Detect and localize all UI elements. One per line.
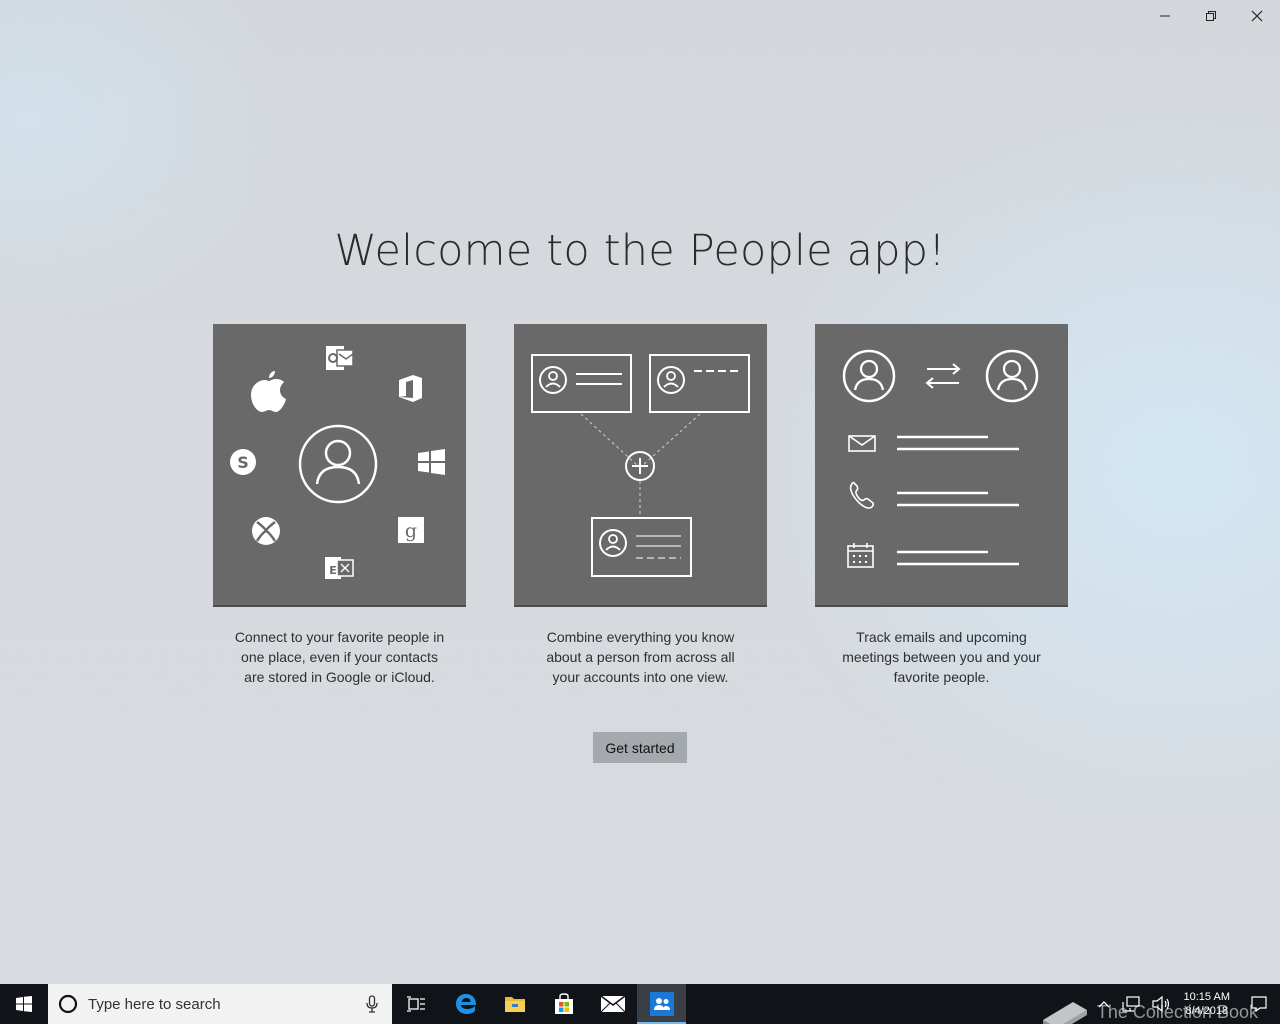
person-icon [298,424,378,504]
svg-text:E: E [329,564,337,577]
speaker-icon [1151,996,1169,1012]
clock-time: 10:15 AM [1183,991,1230,1003]
restore-icon [1206,11,1216,21]
mail-button[interactable] [588,984,637,1024]
combine-illustration [514,324,767,607]
restore-button[interactable] [1188,0,1234,32]
start-button[interactable] [0,984,48,1024]
close-button[interactable] [1234,0,1280,32]
microphone-icon[interactable] [366,995,378,1013]
windows-icon [418,449,445,475]
people-app-window: Welcome to the People app! S g E Connect… [0,0,1280,984]
contact-card-icon [531,354,632,413]
notification-icon [1251,996,1267,1012]
track-desc-line: Track emails and upcoming [856,629,1027,645]
windows-logo-icon [16,996,32,1012]
xbox-icon [252,517,280,545]
combine-desc-line: Combine everything you know [546,629,735,645]
taskbar-clock[interactable]: 10:15 AM 8/4/2018 [1176,990,1238,1018]
task-view-icon [406,996,425,1012]
store-button[interactable] [539,984,588,1024]
minimize-button[interactable] [1142,0,1188,32]
search-placeholder: Type here to search [88,995,221,1013]
taskbar-search-box[interactable]: Type here to search [48,984,392,1024]
track-description: Track emails and upcoming meetings betwe… [815,627,1068,687]
connect-desc-line: are stored in Google or iCloud. [244,669,435,685]
swap-arrows-icon [925,363,961,389]
mail-icon [848,435,876,452]
show-hidden-icons[interactable] [1092,984,1116,1024]
get-started-button[interactable]: Get started [593,732,687,763]
people-icon [649,992,674,1016]
combine-description: Combine everything you know about a pers… [514,627,767,687]
track-desc-line: favorite people. [893,669,990,685]
contact-card-icon [649,354,750,413]
skype-icon: S [230,449,256,475]
combine-desc-line: about a person from across all [546,649,735,665]
plus-icon [625,451,655,481]
task-view-button[interactable] [392,984,441,1024]
action-center-button[interactable] [1238,984,1280,1024]
svg-text:S: S [237,453,249,472]
exchange-icon: E [325,557,354,579]
chevron-up-icon [1098,1001,1109,1008]
mail-icon [600,996,625,1012]
outlook-icon [326,346,354,370]
calendar-icon [847,543,874,568]
svg-text:g: g [405,520,417,542]
connect-desc-line: Connect to your favorite people in [234,629,445,645]
page-title: Welcome to the People app! [334,226,946,276]
file-explorer-button[interactable] [490,984,539,1024]
combine-desc-line: your accounts into one view. [552,669,729,685]
edge-icon [455,994,476,1014]
google-icon: g [398,517,424,543]
cortana-icon [58,994,78,1014]
people-button[interactable] [637,984,686,1024]
file-explorer-icon [504,997,525,1012]
feature-card-connect: S g E Connect to your favorite people in… [213,324,466,687]
connect-desc-line: one place, even if your contacts [241,649,438,665]
volume-button[interactable] [1146,984,1176,1024]
store-icon [554,993,573,1014]
connect-illustration: S g E [213,324,466,607]
office-icon [399,375,422,402]
person-icon [842,349,896,403]
network-button[interactable] [1116,984,1146,1024]
minimize-icon [1160,15,1170,17]
clock-date: 8/4/2018 [1185,1005,1229,1017]
system-tray: 10:15 AM 8/4/2018 [1092,984,1280,1024]
network-icon [1121,996,1140,1012]
taskbar: Type here to search 10:15 AM 8/4/2018 [0,984,1280,1024]
track-desc-line: meetings between you and your [842,649,1041,665]
apple-icon [251,371,286,412]
merged-contact-card-icon [591,517,692,577]
caption-buttons [1142,0,1280,32]
person-icon [985,349,1039,403]
connect-description: Connect to your favorite people in one p… [213,627,466,687]
phone-icon [849,481,875,509]
feature-card-track: Track emails and upcoming meetings betwe… [815,324,1068,687]
edge-button[interactable] [441,984,490,1024]
track-illustration [815,324,1068,607]
feature-card-combine: Combine everything you know about a pers… [514,324,767,687]
close-icon [1251,10,1263,22]
